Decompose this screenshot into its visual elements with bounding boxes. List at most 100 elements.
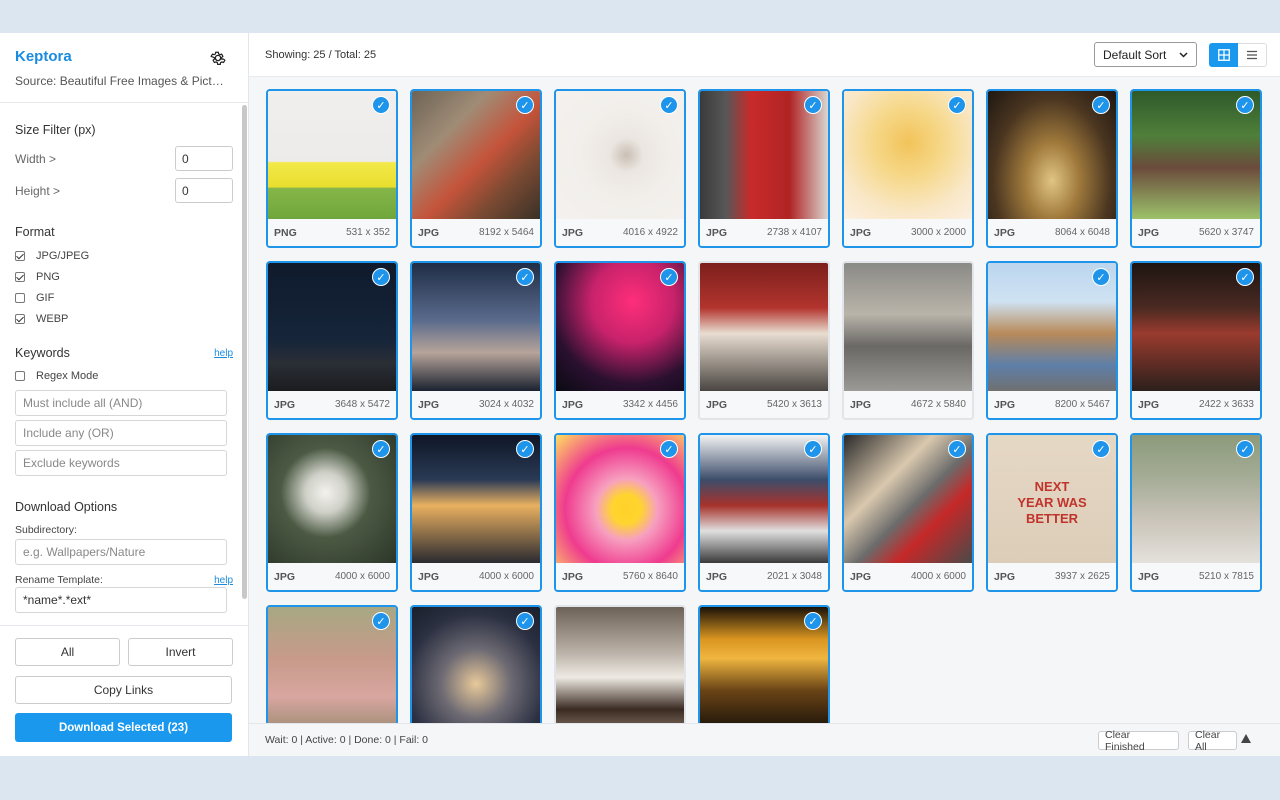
image-thumbnail[interactable] xyxy=(844,263,972,391)
include-any-input[interactable] xyxy=(15,420,227,446)
image-card[interactable]: JPG 4016 x 4922 ✓ xyxy=(554,89,686,248)
image-card[interactable]: JPG✓ xyxy=(698,605,830,723)
copy-links-button[interactable]: Copy Links xyxy=(15,676,232,704)
list-icon xyxy=(1247,50,1257,60)
image-card[interactable]: JPG 2422 x 3633 ✓ xyxy=(1130,261,1262,420)
selected-check-icon[interactable]: ✓ xyxy=(372,268,390,286)
sort-value: Default Sort xyxy=(1103,47,1167,62)
selected-check-icon[interactable]: ✓ xyxy=(804,440,822,458)
image-card[interactable]: JPG✓ xyxy=(410,605,542,723)
selected-check-icon[interactable]: ✓ xyxy=(804,96,822,114)
include-all-input[interactable] xyxy=(15,390,227,416)
image-card[interactable]: JPG✓ xyxy=(266,605,398,723)
selected-check-icon[interactable]: ✓ xyxy=(1236,96,1254,114)
image-meta: JPG 3937 x 2625 xyxy=(988,563,1116,590)
image-card[interactable]: JPG 4672 x 5840 xyxy=(842,261,974,420)
image-format: JPG xyxy=(1138,570,1160,583)
height-input[interactable] xyxy=(175,178,233,203)
image-dimensions: 2021 x 3048 xyxy=(766,571,822,582)
clear-all-button[interactable]: Clear All xyxy=(1188,729,1237,753)
image-format: PNG xyxy=(274,226,297,239)
exclude-input[interactable] xyxy=(15,450,227,476)
image-card[interactable]: JPG 2738 x 4107 ✓ xyxy=(698,89,830,248)
selected-check-icon[interactable]: ✓ xyxy=(948,440,966,458)
keywords-help-link[interactable]: help xyxy=(214,348,233,359)
image-format: JPG xyxy=(994,398,1016,411)
image-card[interactable]: JPG 4000 x 6000 ✓ xyxy=(266,433,398,592)
image-thumbnail[interactable] xyxy=(556,607,684,723)
format-list: JPG/JPEG PNG GIF WEBP xyxy=(15,245,233,329)
image-dimensions: 3648 x 5472 xyxy=(334,399,390,410)
image-card[interactable]: JPG 3024 x 4032 ✓ xyxy=(410,261,542,420)
format-option-png[interactable]: PNG xyxy=(15,266,233,287)
selected-check-icon[interactable]: ✓ xyxy=(516,268,534,286)
subdir-input[interactable] xyxy=(15,539,227,565)
image-card[interactable]: JPG 2021 x 3048 ✓ xyxy=(698,433,830,592)
format-option-gif[interactable]: GIF xyxy=(15,287,233,308)
rename-help-link[interactable]: help xyxy=(214,575,233,586)
view-toggle xyxy=(1209,43,1267,67)
selected-check-icon[interactable]: ✓ xyxy=(1092,440,1110,458)
image-card[interactable]: JPG 5620 x 3747 ✓ xyxy=(1130,89,1262,248)
regex-checkbox-box[interactable] xyxy=(15,370,25,381)
selected-check-icon[interactable]: ✓ xyxy=(372,612,390,630)
invert-selection-button[interactable]: Invert xyxy=(128,638,233,666)
image-card[interactable]: JPG 5420 x 3613 xyxy=(698,261,830,420)
image-card[interactable]: JPG 4000 x 6000 ✓ xyxy=(410,433,542,592)
format-checkbox[interactable] xyxy=(15,271,25,282)
image-dimensions: 4672 x 5840 xyxy=(910,399,966,410)
image-card[interactable]: NEXT YEAR WAS BETTER JPG 3937 x 2625 ✓ xyxy=(986,433,1118,592)
keywords-title: Keywords xyxy=(15,346,70,360)
selected-check-icon[interactable]: ✓ xyxy=(1236,440,1254,458)
image-card[interactable]: JPG 3648 x 5472 ✓ xyxy=(266,261,398,420)
selected-check-icon[interactable]: ✓ xyxy=(372,440,390,458)
format-checkbox[interactable] xyxy=(15,292,25,303)
clear-finished-button[interactable]: Clear Finished xyxy=(1098,729,1179,753)
download-selected-button[interactable]: Download Selected (23) xyxy=(15,713,232,742)
grid-view-button[interactable] xyxy=(1209,43,1238,67)
rename-template-input[interactable] xyxy=(15,587,227,613)
selected-check-icon[interactable]: ✓ xyxy=(1092,96,1110,114)
image-card[interactable]: JPG 8192 x 5464 ✓ xyxy=(410,89,542,248)
image-card[interactable]: JPG 8200 x 5467 ✓ xyxy=(986,261,1118,420)
selected-check-icon[interactable]: ✓ xyxy=(804,612,822,630)
selected-check-icon[interactable]: ✓ xyxy=(372,96,390,114)
selected-check-icon[interactable]: ✓ xyxy=(660,440,678,458)
regex-mode-checkbox[interactable]: Regex Mode xyxy=(15,365,233,386)
rename-label: Rename Template: xyxy=(15,574,103,586)
arrow-up-icon[interactable] xyxy=(1239,732,1253,746)
width-input[interactable] xyxy=(175,146,233,171)
selected-check-icon[interactable]: ✓ xyxy=(516,612,534,630)
gear-icon[interactable] xyxy=(209,49,227,67)
image-thumbnail[interactable] xyxy=(700,263,828,391)
image-card[interactable]: JPG 8064 x 6048 ✓ xyxy=(986,89,1118,248)
image-card[interactable]: JPG 4000 x 6000 ✓ xyxy=(842,433,974,592)
selected-check-icon[interactable]: ✓ xyxy=(660,96,678,114)
image-card[interactable]: JPG 3342 x 4456 ✓ xyxy=(554,261,686,420)
image-format: JPG xyxy=(706,570,728,583)
sidebar-scrollbar[interactable] xyxy=(242,105,247,599)
status-bar: Wait: 0 | Active: 0 | Done: 0 | Fail: 0 … xyxy=(249,723,1280,756)
format-checkbox[interactable] xyxy=(15,250,25,261)
format-checkbox[interactable] xyxy=(15,313,25,324)
sort-select[interactable]: Default Sort xyxy=(1094,42,1197,67)
image-card[interactable]: JPG 5760 x 8640 ✓ xyxy=(554,433,686,592)
selected-check-icon[interactable]: ✓ xyxy=(1236,268,1254,286)
selected-check-icon[interactable]: ✓ xyxy=(516,440,534,458)
select-all-button[interactable]: All xyxy=(15,638,120,666)
selected-check-icon[interactable]: ✓ xyxy=(948,96,966,114)
selected-check-icon[interactable]: ✓ xyxy=(660,268,678,286)
list-view-button[interactable] xyxy=(1238,43,1267,67)
format-option-webp[interactable]: WEBP xyxy=(15,308,233,329)
selected-check-icon[interactable]: ✓ xyxy=(1092,268,1110,286)
selected-check-icon[interactable]: ✓ xyxy=(516,96,534,114)
image-card[interactable]: JPG xyxy=(554,605,686,723)
image-card[interactable]: PNG 531 x 352 ✓ xyxy=(266,89,398,248)
image-card[interactable]: JPG 5210 x 7815 ✓ xyxy=(1130,433,1262,592)
image-dimensions: 5210 x 7815 xyxy=(1198,571,1254,582)
image-meta: JPG 4000 x 6000 xyxy=(268,563,396,590)
main-panel: Showing: 25 / Total: 25 Default Sort PNG… xyxy=(249,33,1280,756)
image-format: JPG xyxy=(850,226,872,239)
format-option-jpg-jpeg[interactable]: JPG/JPEG xyxy=(15,245,233,266)
image-card[interactable]: JPG 3000 x 2000 ✓ xyxy=(842,89,974,248)
